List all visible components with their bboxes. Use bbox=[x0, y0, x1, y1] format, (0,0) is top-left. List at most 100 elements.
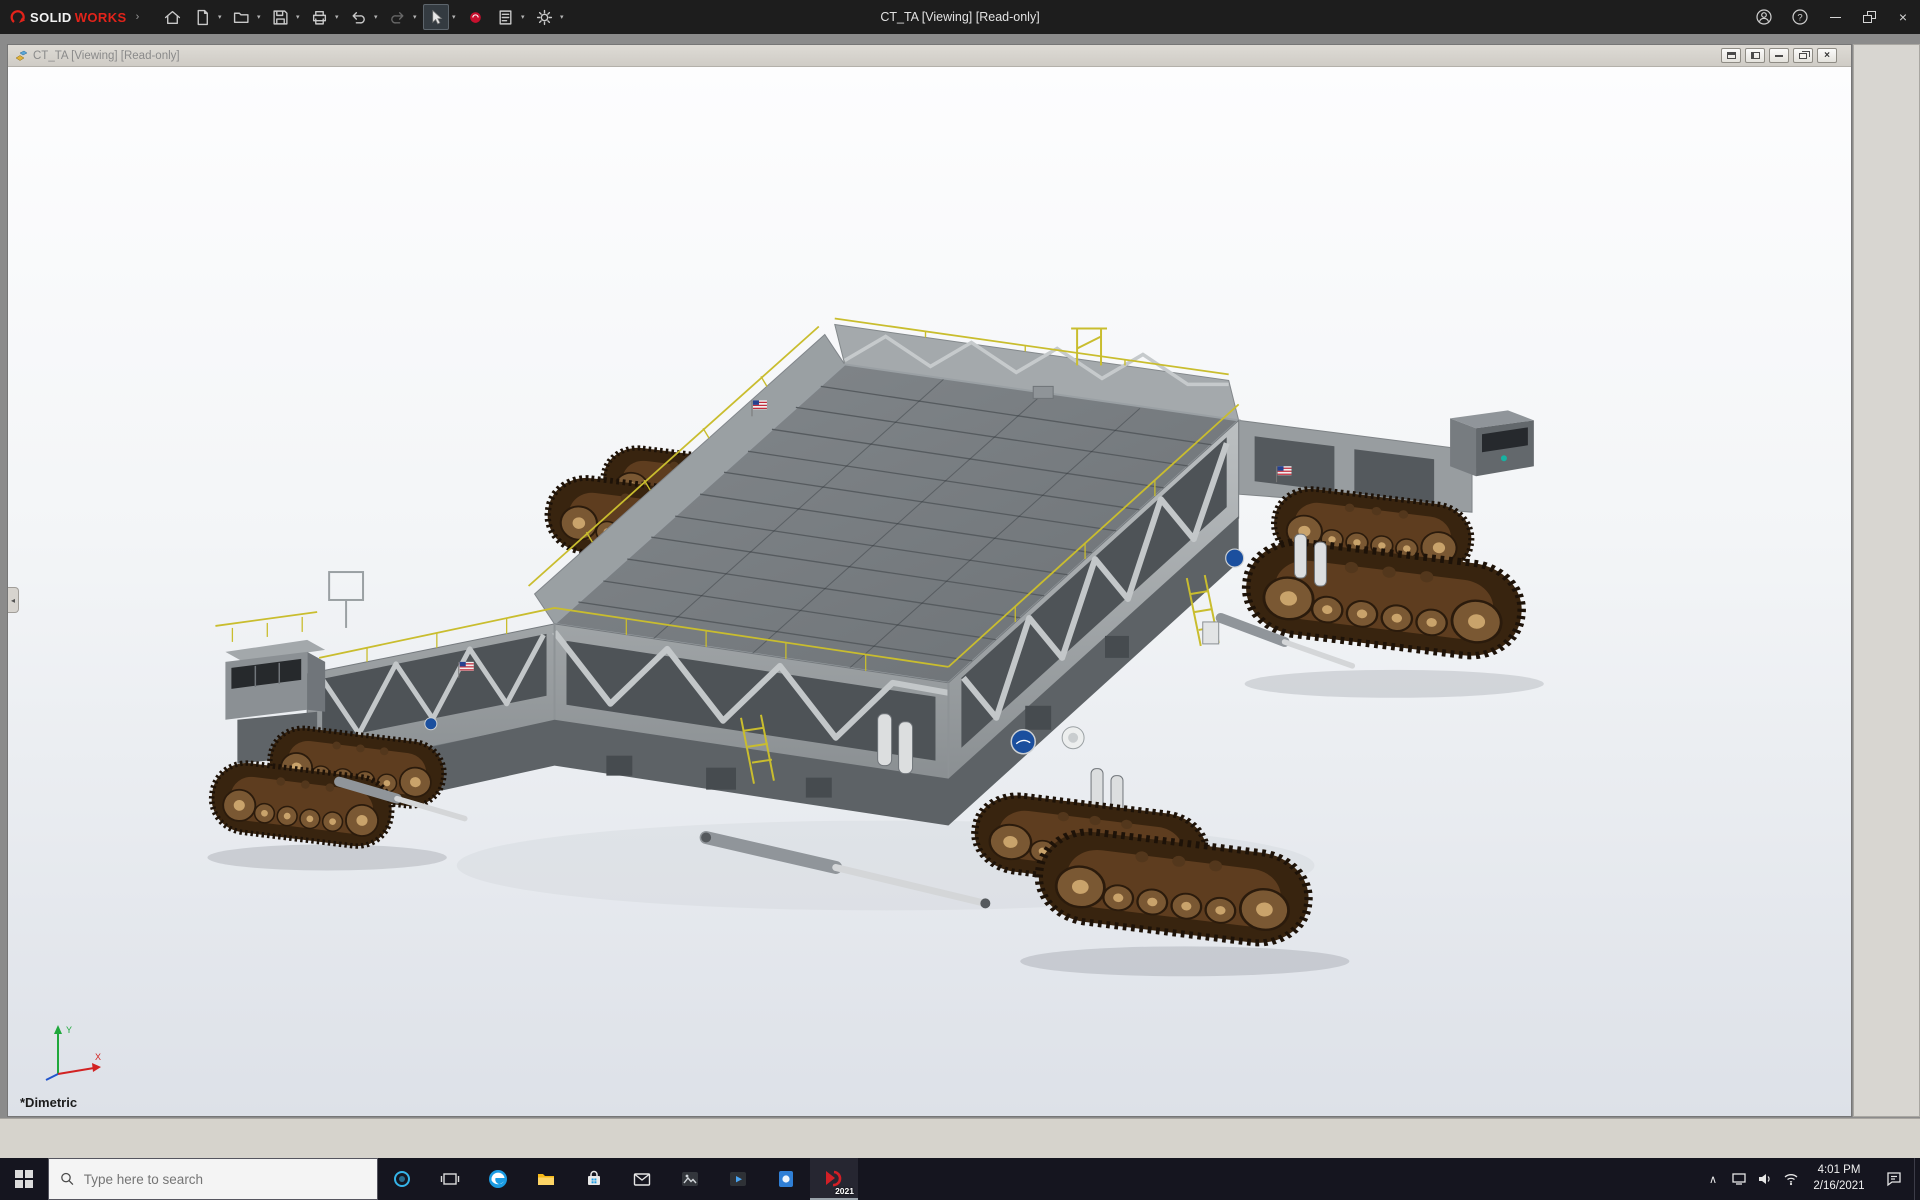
mail-icon bbox=[631, 1168, 653, 1190]
clock-time: 4:01 PM bbox=[1804, 1163, 1874, 1179]
undo-button[interactable] bbox=[345, 4, 371, 30]
triad-y-label: Y bbox=[66, 1025, 72, 1035]
new-document-icon bbox=[194, 9, 211, 26]
edge-icon bbox=[487, 1168, 509, 1190]
file-explorer-icon bbox=[535, 1168, 557, 1190]
solidworks-app: SOLIDWORKS › ▾ ▾ bbox=[0, 0, 1920, 1200]
show-desktop-button[interactable] bbox=[1914, 1158, 1920, 1200]
svg-text:?: ? bbox=[1797, 13, 1802, 24]
view-orientation-label: *Dimetric bbox=[20, 1095, 77, 1110]
display-tray-button[interactable] bbox=[1726, 1158, 1752, 1200]
hidden-icons-button[interactable]: ∧ bbox=[1700, 1158, 1726, 1200]
select-cursor-icon bbox=[428, 9, 445, 26]
options-button[interactable] bbox=[531, 4, 557, 30]
redo-dropdown[interactable]: ▾ bbox=[410, 13, 419, 21]
display-icon bbox=[1731, 1171, 1747, 1187]
redo-button[interactable] bbox=[384, 4, 410, 30]
save-button[interactable] bbox=[267, 4, 293, 30]
save-icon bbox=[272, 9, 289, 26]
clock-date: 2/16/2021 bbox=[1804, 1179, 1874, 1195]
options-dropdown[interactable]: ▾ bbox=[557, 13, 566, 21]
triad-x-label: X bbox=[95, 1052, 101, 1062]
print-button[interactable] bbox=[306, 4, 332, 30]
help-icon: ? bbox=[1791, 8, 1809, 26]
file-explorer-button[interactable] bbox=[522, 1158, 570, 1200]
your-phone-button[interactable] bbox=[762, 1158, 810, 1200]
window-title: CT_TA [Viewing] [Read-only] bbox=[880, 0, 1039, 34]
doc-minimize-button[interactable] bbox=[1769, 48, 1789, 63]
taskbar-clock[interactable]: 4:01 PM 2/16/2021 bbox=[1804, 1163, 1874, 1194]
properties-sheet-icon bbox=[497, 9, 514, 26]
new-document-dropdown[interactable]: ▾ bbox=[215, 13, 224, 21]
doc-close-button[interactable]: × bbox=[1817, 48, 1837, 63]
home-button[interactable] bbox=[159, 4, 185, 30]
close-button[interactable]: × bbox=[1886, 0, 1920, 34]
model-3d-crawler-transporter[interactable] bbox=[8, 67, 1851, 1116]
windows-logo-icon bbox=[15, 1170, 33, 1188]
edge-button[interactable] bbox=[474, 1158, 522, 1200]
app-titlebar: SOLIDWORKS › ▾ ▾ bbox=[0, 0, 1920, 34]
network-tray-button[interactable] bbox=[1778, 1158, 1804, 1200]
store-button[interactable] bbox=[570, 1158, 618, 1200]
doc-restore-button[interactable] bbox=[1793, 48, 1813, 63]
help-button[interactable]: ? bbox=[1782, 0, 1818, 34]
properties-dropdown[interactable]: ▾ bbox=[518, 13, 527, 21]
rear-right-truck bbox=[1221, 485, 1527, 666]
print-icon bbox=[311, 9, 328, 26]
volume-icon bbox=[1757, 1171, 1773, 1187]
graphics-viewport[interactable]: Y X *Dimetric ◂ bbox=[8, 67, 1851, 1116]
close-icon: × bbox=[1899, 9, 1907, 25]
doc-restore-icon bbox=[1799, 53, 1807, 59]
solidworks-year-badge: 2021 bbox=[835, 1186, 854, 1196]
undo-icon bbox=[350, 9, 367, 26]
document-window-controls: × bbox=[1721, 48, 1845, 63]
document-titlebar[interactable]: CT_TA [Viewing] [Read-only] × bbox=[8, 45, 1851, 67]
film-tv-button[interactable] bbox=[714, 1158, 762, 1200]
assembly-document-icon bbox=[14, 49, 28, 63]
xpress-products-button[interactable] bbox=[462, 4, 488, 30]
film-tv-icon bbox=[727, 1168, 749, 1190]
quick-access-toolbar: ▾ ▾ ▾ ▾ bbox=[159, 4, 570, 30]
menu-expand-icon[interactable]: › bbox=[136, 11, 140, 23]
redo-icon bbox=[389, 9, 406, 26]
account-button[interactable] bbox=[1746, 0, 1782, 34]
task-pane-strip[interactable] bbox=[1853, 44, 1920, 1117]
action-center-button[interactable] bbox=[1874, 1158, 1914, 1200]
doc-window-button-1[interactable] bbox=[1721, 48, 1741, 63]
solidworks-taskbar-button[interactable]: 2021 bbox=[810, 1158, 858, 1200]
undo-dropdown[interactable]: ▾ bbox=[371, 13, 380, 21]
select-tool-dropdown[interactable]: ▾ bbox=[449, 13, 458, 21]
restore-icon bbox=[1863, 11, 1876, 23]
home-icon bbox=[164, 9, 181, 26]
photos-button[interactable] bbox=[666, 1158, 714, 1200]
feature-pane-collapse-tab[interactable]: ◂ bbox=[8, 587, 19, 613]
options-gear-icon bbox=[536, 9, 553, 26]
window-pane-icon bbox=[1727, 52, 1736, 59]
doc-window-button-2[interactable] bbox=[1745, 48, 1765, 63]
task-view-button[interactable] bbox=[426, 1158, 474, 1200]
network-icon bbox=[1783, 1171, 1799, 1187]
start-button[interactable] bbox=[0, 1158, 48, 1200]
search-icon bbox=[60, 1171, 75, 1187]
document-window: CT_TA [Viewing] [Read-only] × bbox=[7, 44, 1852, 1117]
minimize-button[interactable] bbox=[1818, 0, 1852, 34]
print-dropdown[interactable]: ▾ bbox=[332, 13, 341, 21]
volume-tray-button[interactable] bbox=[1752, 1158, 1778, 1200]
taskbar-search-input[interactable] bbox=[84, 1172, 366, 1187]
new-document-button[interactable] bbox=[189, 4, 215, 30]
cortana-button[interactable] bbox=[378, 1158, 426, 1200]
brand-works: WORKS bbox=[75, 10, 127, 25]
doc-close-icon: × bbox=[1824, 51, 1830, 61]
mail-button[interactable] bbox=[618, 1158, 666, 1200]
doc-minimize-icon bbox=[1775, 55, 1783, 57]
taskbar-search[interactable] bbox=[48, 1158, 378, 1200]
minimize-icon bbox=[1830, 17, 1841, 18]
open-dropdown[interactable]: ▾ bbox=[254, 13, 263, 21]
open-button[interactable] bbox=[228, 4, 254, 30]
save-dropdown[interactable]: ▾ bbox=[293, 13, 302, 21]
restore-button[interactable] bbox=[1852, 0, 1886, 34]
file-properties-button[interactable] bbox=[492, 4, 518, 30]
select-tool-button[interactable] bbox=[423, 4, 449, 30]
action-center-icon bbox=[1885, 1170, 1903, 1188]
solidworks-logo[interactable]: SOLIDWORKS › bbox=[0, 9, 145, 26]
